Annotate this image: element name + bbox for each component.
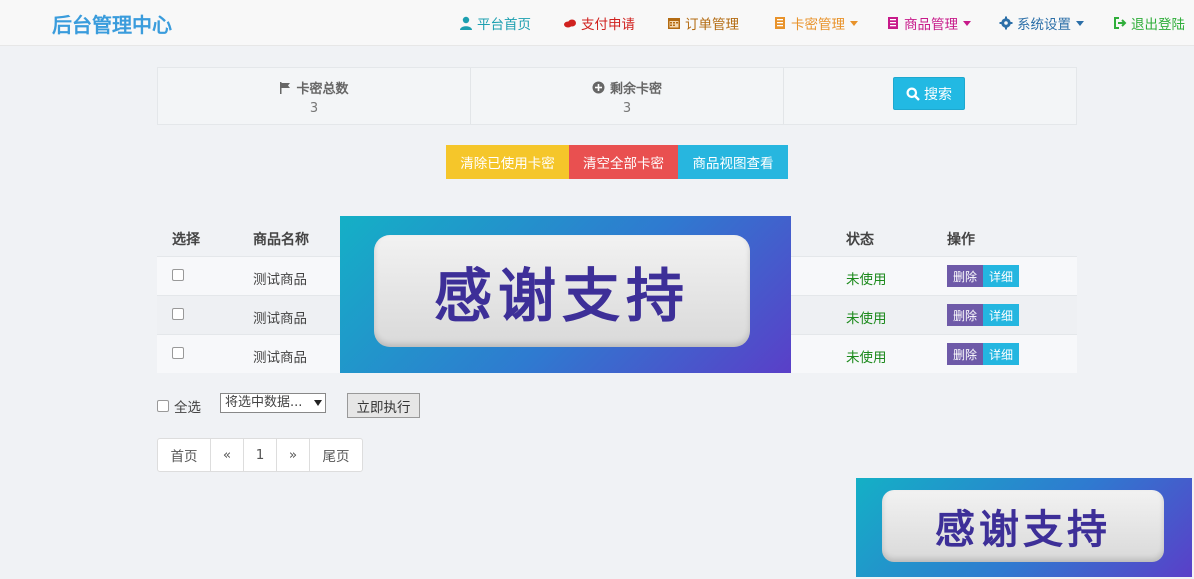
row-status: 未使用 bbox=[846, 350, 887, 366]
plus-circle-icon bbox=[592, 81, 605, 94]
thanks-banner-small[interactable]: 感谢支持 bbox=[856, 478, 1192, 577]
page-current[interactable]: 1 bbox=[244, 439, 277, 471]
view-goods-button[interactable]: 商品视图查看 bbox=[678, 145, 788, 179]
page-last[interactable]: 尾页 bbox=[310, 439, 362, 471]
row-checkbox[interactable] bbox=[172, 269, 184, 281]
gear-icon bbox=[999, 16, 1013, 30]
clear-all-button[interactable]: 清空全部卡密 bbox=[569, 145, 678, 179]
detail-button[interactable]: 详细 bbox=[983, 343, 1019, 365]
row-name: 测试商品 bbox=[253, 311, 307, 327]
thanks-banner[interactable]: 感谢支持 bbox=[340, 216, 791, 373]
stat-total: 卡密总数 3 bbox=[158, 68, 470, 124]
detail-button[interactable]: 详细 bbox=[983, 304, 1019, 326]
header-name: 商品名称 bbox=[253, 232, 309, 248]
nav-home[interactable]: 平台首页 bbox=[459, 13, 531, 33]
nav-orders-label: 订单管理 bbox=[685, 17, 739, 33]
bulk-action-selected: 将选中数据... bbox=[225, 395, 303, 410]
nav-cards-label: 卡密管理 bbox=[791, 17, 845, 33]
page-prev[interactable]: « bbox=[211, 439, 244, 471]
header-select: 选择 bbox=[172, 232, 200, 248]
dropdown-arrow-icon bbox=[314, 400, 322, 406]
book-icon bbox=[775, 17, 785, 29]
nav-settings-label: 系统设置 bbox=[1017, 17, 1071, 33]
stat-total-value: 3 bbox=[309, 101, 319, 116]
stat-remain: 剩余卡密 3 bbox=[471, 68, 783, 124]
nav-goods-label: 商品管理 bbox=[904, 17, 958, 33]
nav-orders[interactable]: 订单管理 bbox=[667, 13, 739, 33]
page-next[interactable]: » bbox=[277, 439, 310, 471]
user-icon bbox=[460, 16, 472, 30]
calendar-icon bbox=[668, 18, 680, 29]
select-all-checkbox[interactable] bbox=[157, 400, 169, 412]
brand-title[interactable]: 后台管理中心 bbox=[52, 9, 172, 38]
delete-button[interactable]: 删除 bbox=[947, 343, 983, 365]
bulk-action-select[interactable]: 将选中数据... bbox=[220, 393, 326, 413]
header-status: 状态 bbox=[846, 232, 874, 248]
clear-used-button[interactable]: 清除已使用卡密 bbox=[446, 145, 569, 179]
nav-pay[interactable]: 支付申请 bbox=[563, 13, 635, 33]
row-status: 未使用 bbox=[846, 311, 887, 327]
execute-button[interactable]: 立即执行 bbox=[347, 393, 420, 418]
row-name: 测试商品 bbox=[253, 272, 307, 288]
search-icon bbox=[906, 87, 920, 101]
detail-button[interactable]: 详细 bbox=[983, 265, 1019, 287]
header-ops: 操作 bbox=[947, 232, 975, 248]
delete-button[interactable]: 删除 bbox=[947, 304, 983, 326]
thanks-plate: 感谢支持 bbox=[374, 235, 750, 347]
thanks-plate-small: 感谢支持 bbox=[882, 490, 1164, 562]
nav-settings[interactable]: 系统设置 bbox=[999, 13, 1084, 33]
stat-total-label: 卡密总数 bbox=[296, 82, 349, 97]
search-button-label: 搜索 bbox=[924, 86, 952, 103]
nav-cards[interactable]: 卡密管理 bbox=[773, 13, 858, 33]
top-navbar: 后台管理中心 平台首页 支付申请 订单管理 卡密管理 商品管理 系统设置 退出登… bbox=[0, 0, 1194, 46]
stat-remain-label: 剩余卡密 bbox=[609, 82, 662, 97]
select-all[interactable]: 全选 bbox=[157, 396, 201, 416]
row-checkbox[interactable] bbox=[172, 308, 184, 320]
chevron-down-icon bbox=[850, 20, 858, 26]
nav-goods[interactable]: 商品管理 bbox=[886, 13, 971, 33]
search-button[interactable]: 搜索 bbox=[893, 77, 965, 110]
select-all-label: 全选 bbox=[174, 400, 201, 416]
row-status: 未使用 bbox=[846, 272, 887, 288]
book-icon bbox=[888, 17, 898, 29]
flag-icon bbox=[280, 81, 291, 94]
thanks-text-small: 感谢支持 bbox=[935, 506, 1111, 553]
chevron-down-icon bbox=[963, 20, 971, 26]
divider bbox=[783, 68, 784, 124]
chevron-down-icon bbox=[1076, 20, 1084, 26]
pagination: 首页 « 1 » 尾页 bbox=[157, 438, 363, 472]
nav-logout[interactable]: 退出登陆 bbox=[1113, 13, 1185, 33]
row-checkbox[interactable] bbox=[172, 347, 184, 359]
cloud-icon bbox=[564, 19, 576, 28]
logout-icon bbox=[1114, 17, 1127, 29]
stats-panel: 卡密总数 3 剩余卡密 3 搜索 bbox=[157, 67, 1077, 125]
nav-logout-label: 退出登陆 bbox=[1131, 17, 1185, 33]
row-name: 测试商品 bbox=[253, 350, 307, 366]
page-first[interactable]: 首页 bbox=[158, 439, 211, 471]
delete-button[interactable]: 删除 bbox=[947, 265, 983, 287]
nav-pay-label: 支付申请 bbox=[581, 17, 635, 33]
nav-home-label: 平台首页 bbox=[477, 17, 531, 33]
thanks-text: 感谢支持 bbox=[433, 262, 690, 330]
stat-remain-value: 3 bbox=[622, 101, 632, 116]
